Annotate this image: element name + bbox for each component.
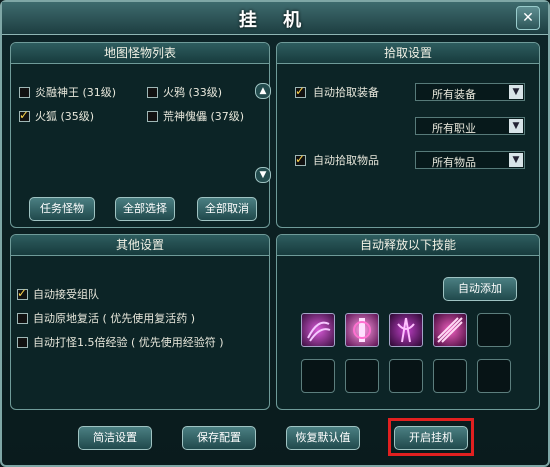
class-select[interactable]: 所有职业 ▼ — [415, 117, 525, 135]
item-type-value: 所有物品 — [432, 156, 476, 169]
auto-pickup-items-checkbox[interactable] — [295, 152, 306, 166]
auto-pickup-items-label: 自动拾取物品 — [313, 154, 379, 167]
skill-slot-empty[interactable] — [389, 359, 423, 393]
chevron-down-icon: ▼ — [509, 85, 523, 99]
monster-checkbox-2[interactable] — [147, 87, 158, 98]
monster-label-1: 炎融神王 (31级) — [35, 86, 117, 99]
auto-skills-panel: 自动释放以下技能 自动添加 — [276, 234, 540, 410]
restore-defaults-button[interactable]: 恢复默认值 — [286, 426, 360, 450]
start-auto-battle-button[interactable]: 开启挂机 — [394, 426, 468, 450]
close-button[interactable]: ✕ — [516, 6, 540, 30]
other-settings-header: 其他设置 — [11, 235, 269, 256]
skill-slot-empty[interactable] — [477, 313, 511, 347]
select-all-button[interactable]: 全部选择 — [115, 197, 175, 221]
monster-checkbox-3[interactable] — [19, 108, 30, 122]
auto-pickup-equip-checkbox[interactable] — [295, 84, 306, 98]
vortex-skill-icon[interactable] — [389, 313, 423, 347]
auto-accept-party-checkbox[interactable] — [17, 286, 28, 300]
title-bar: 挂 机 ✕ — [2, 2, 548, 35]
chevron-down-icon: ▼ — [509, 153, 523, 167]
pickup-settings-header: 拾取设置 — [277, 43, 539, 64]
auto-exp-boost-label: 自动打怪1.5倍经验 ( 优先使用经验符 ) — [33, 336, 224, 349]
equip-type-value: 所有装备 — [432, 88, 476, 101]
skill-slot-empty[interactable] — [301, 359, 335, 393]
auto-battle-window: 挂 机 ✕ 地图怪物列表 炎融神王 (31级) 火鸦 (33级) 火狐 (35级… — [0, 0, 550, 467]
task-monsters-button[interactable]: 任务怪物 — [29, 197, 95, 221]
scroll-down-button[interactable]: ▼ — [255, 167, 271, 183]
skill-slot-empty[interactable] — [477, 359, 511, 393]
auto-accept-party-label: 自动接受组队 — [33, 288, 99, 301]
deselect-all-button[interactable]: 全部取消 — [197, 197, 257, 221]
skill-slot-empty[interactable] — [345, 359, 379, 393]
auto-revive-checkbox[interactable] — [17, 313, 28, 324]
auto-pickup-equip-label: 自动拾取装备 — [313, 86, 379, 99]
monster-checkbox-1[interactable] — [19, 87, 30, 98]
window-title: 挂 机 — [238, 10, 312, 31]
claw-skill-icon[interactable] — [301, 313, 335, 347]
class-value: 所有职业 — [432, 122, 476, 135]
other-settings-panel: 其他设置 自动接受组队 自动原地复活 ( 优先使用复活药 ) 自动打怪1.5倍经… — [10, 234, 270, 410]
pickup-settings-panel: 拾取设置 自动拾取装备 所有装备 ▼ 所有职业 ▼ 自动拾取物品 所有物品 ▼ — [276, 42, 540, 228]
scroll-up-button[interactable]: ▲ — [255, 83, 271, 99]
simple-settings-button[interactable]: 简洁设置 — [78, 426, 152, 450]
auto-add-button[interactable]: 自动添加 — [443, 277, 517, 301]
pillar-skill-icon[interactable] — [345, 313, 379, 347]
chevron-down-icon: ▼ — [509, 119, 523, 133]
monster-list-header: 地图怪物列表 — [11, 43, 269, 64]
equip-type-select[interactable]: 所有装备 ▼ — [415, 83, 525, 101]
auto-revive-label: 自动原地复活 ( 优先使用复活药 ) — [33, 312, 196, 325]
monster-checkbox-4[interactable] — [147, 111, 158, 122]
monster-list-panel: 地图怪物列表 炎融神王 (31级) 火鸦 (33级) 火狐 (35级) 荒神傀儡… — [10, 42, 271, 228]
monster-label-2: 火鸦 (33级) — [163, 86, 223, 99]
skill-slot-empty[interactable] — [433, 359, 467, 393]
auto-skills-header: 自动释放以下技能 — [277, 235, 539, 256]
auto-exp-boost-checkbox[interactable] — [17, 337, 28, 348]
save-config-button[interactable]: 保存配置 — [182, 426, 256, 450]
monster-label-4: 荒神傀儡 (37级) — [163, 110, 245, 123]
slash-skill-icon[interactable] — [433, 313, 467, 347]
item-type-select[interactable]: 所有物品 ▼ — [415, 151, 525, 169]
monster-label-3: 火狐 (35级) — [35, 110, 95, 123]
